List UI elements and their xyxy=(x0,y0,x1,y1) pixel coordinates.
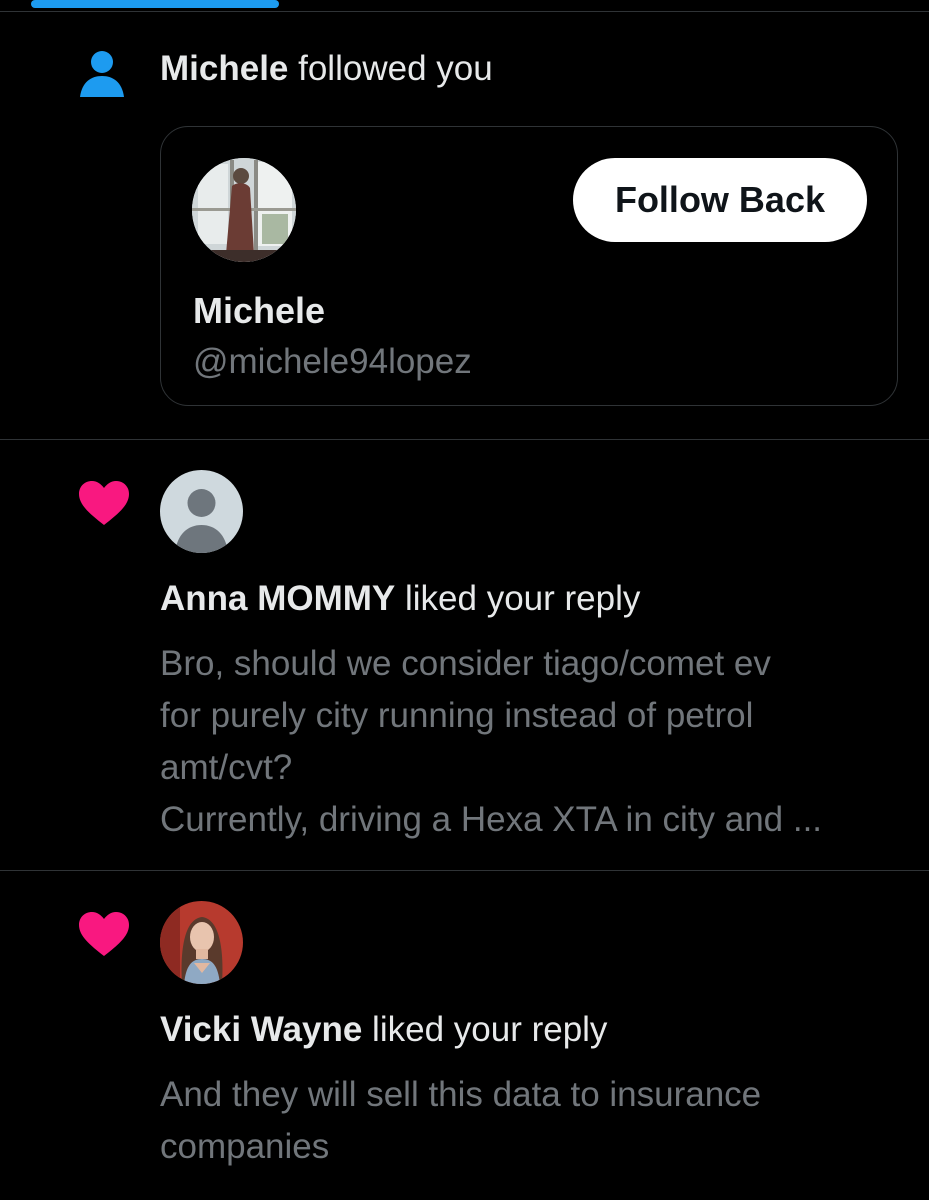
notification-headline: Anna MOMMY liked your reply xyxy=(160,578,640,620)
follow-back-button[interactable]: Follow Back xyxy=(572,158,867,242)
reply-text-line: And they will sell this data to insuranc… xyxy=(160,1075,762,1114)
notification-action: liked your reply xyxy=(362,1010,608,1049)
notification-headline: Vicki Wayne liked your reply xyxy=(160,1009,607,1051)
notification-action: followed you xyxy=(288,49,493,88)
reply-text-line: companies xyxy=(160,1127,330,1166)
card-display-name[interactable]: Michele xyxy=(193,289,325,333)
avatar[interactable] xyxy=(160,901,243,984)
actor-name[interactable]: Michele xyxy=(160,49,288,88)
reply-text-line: for purely city running instead of petro… xyxy=(160,696,754,735)
notification-headline: Michele followed you xyxy=(160,48,493,90)
heart-icon xyxy=(79,481,129,525)
reply-text-line: amt/cvt? xyxy=(160,748,293,787)
actor-name[interactable]: Anna MOMMY xyxy=(160,579,395,618)
actor-name[interactable]: Vicki Wayne xyxy=(160,1010,362,1049)
active-tab-indicator xyxy=(31,0,279,8)
avatar[interactable] xyxy=(192,158,296,262)
reply-text-line: Bro, should we consider tiago/comet ev xyxy=(160,644,771,683)
notification-follow[interactable]: Michele followed you Follow Back Michele… xyxy=(0,12,929,440)
heart-icon xyxy=(79,912,129,956)
notification-action: liked your reply xyxy=(395,579,641,618)
avatar[interactable] xyxy=(160,470,243,553)
liked-reply-text[interactable]: And they will sell this data to insuranc… xyxy=(160,1069,900,1173)
card-handle: @michele94lopez xyxy=(193,342,472,381)
person-icon xyxy=(80,51,124,97)
user-card[interactable]: Follow Back Michele @michele94lopez xyxy=(160,126,898,406)
notification-like[interactable]: Vicki Wayne liked your reply And they wi… xyxy=(0,871,929,1200)
notification-like[interactable]: Anna MOMMY liked your reply Bro, should … xyxy=(0,440,929,871)
reply-text-line: Currently, driving a Hexa XTA in city an… xyxy=(160,800,823,839)
liked-reply-text[interactable]: Bro, should we consider tiago/comet ev f… xyxy=(160,638,900,846)
